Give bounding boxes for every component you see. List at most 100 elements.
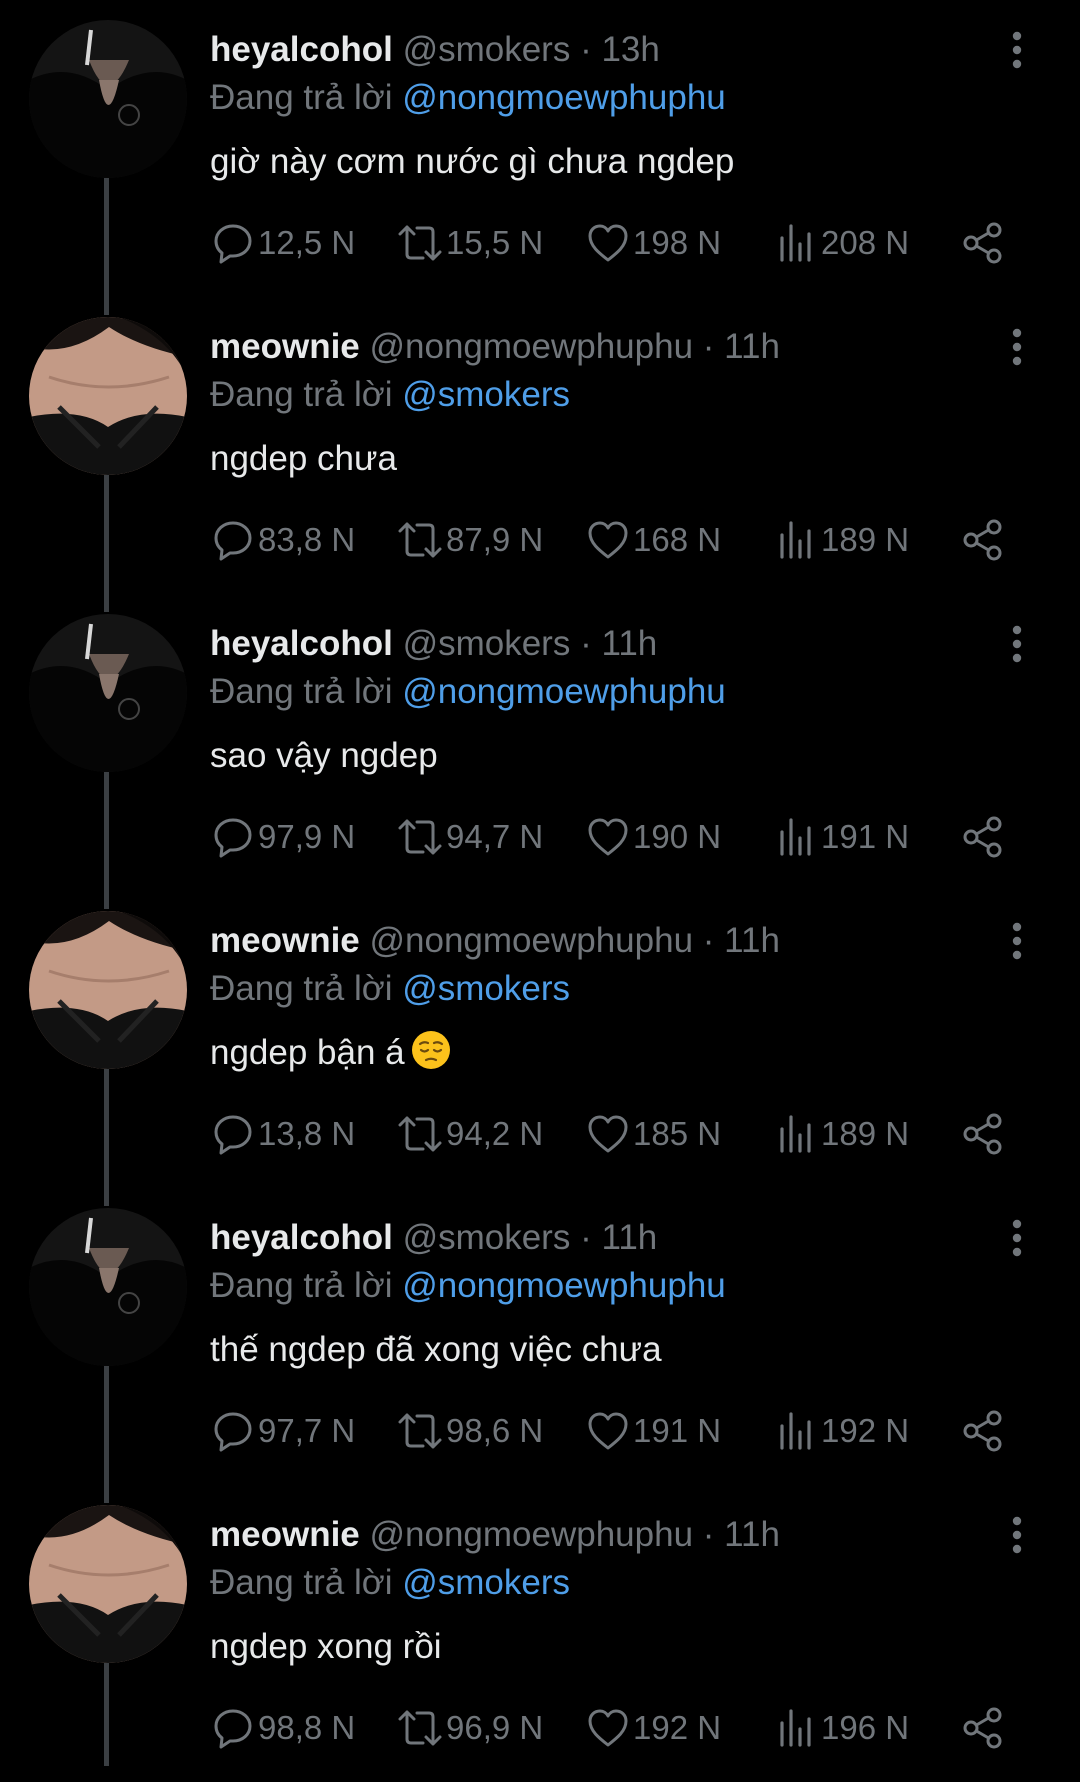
retweet-button[interactable]: 94,2 N [396, 1109, 543, 1159]
user-handle[interactable]: @nongmoewphuphu [370, 921, 694, 960]
avatar-meownie[interactable] [29, 911, 187, 1069]
reply-button[interactable]: 97,7 N [210, 1406, 355, 1456]
timestamp[interactable]: 11h [724, 1515, 780, 1554]
tweet-header: heyalcohol @smokers · 11h [210, 1216, 657, 1260]
tweet-text: giờ này cơm nước gì chưa ngdep [210, 142, 735, 181]
like-button[interactable]: 198 N [585, 218, 721, 268]
retweet-button[interactable]: 96,9 N [396, 1703, 543, 1753]
like-count: 191 N [633, 1412, 722, 1449]
like-count: 185 N [633, 1115, 722, 1152]
like-button[interactable]: 190 N [585, 812, 721, 862]
avatar-meownie[interactable] [29, 1505, 187, 1663]
tweet[interactable]: meownie @nongmoewphuphu · 11h Đang trả l… [0, 297, 1080, 612]
thread-connector-line [104, 178, 109, 315]
retweet-button[interactable]: 98,6 N [396, 1406, 543, 1456]
tweet-actions: 83,8 N 87,9 N 168 N 189 N [210, 515, 1010, 565]
tweet[interactable]: meownie @nongmoewphuphu · 11h Đang trả l… [0, 891, 1080, 1206]
replying-to-line: Đang trả lời @smokers [210, 967, 570, 1011]
timestamp[interactable]: 11h [724, 327, 780, 366]
retweet-button[interactable]: 15,5 N [396, 218, 543, 268]
views-button[interactable]: 196 N [773, 1703, 909, 1753]
user-handle[interactable]: @smokers [403, 30, 571, 69]
reply-button[interactable]: 12,5 N [210, 218, 355, 268]
retweet-button[interactable]: 87,9 N [396, 515, 543, 565]
vertical-ellipsis-icon[interactable] [1002, 1513, 1032, 1557]
user-handle[interactable]: @smokers [403, 1218, 571, 1257]
share-button[interactable] [960, 218, 1006, 268]
timestamp[interactable]: 11h [601, 1218, 657, 1257]
share-button[interactable] [960, 515, 1006, 565]
replying-to-line: Đang trả lời @smokers [210, 1561, 570, 1605]
vertical-ellipsis-icon[interactable] [1002, 28, 1032, 72]
tweet[interactable]: heyalcohol @smokers · 11h Đang trả lời @… [0, 594, 1080, 909]
replying-to-handle-link[interactable]: @nongmoewphuphu [402, 1266, 726, 1305]
like-count: 168 N [633, 521, 722, 558]
share-button[interactable] [960, 1406, 1006, 1456]
reply-button[interactable]: 83,8 N [210, 515, 355, 565]
views-button[interactable]: 208 N [773, 218, 909, 268]
like-button[interactable]: 185 N [585, 1109, 721, 1159]
reply-button[interactable]: 13,8 N [210, 1109, 355, 1159]
share-button[interactable] [960, 812, 1006, 862]
comment-bubble-icon [214, 521, 252, 561]
views-button[interactable]: 192 N [773, 1406, 909, 1456]
avatar-heyalcohol[interactable] [29, 614, 187, 772]
retweet-count: 96,9 N [446, 1709, 544, 1746]
timestamp[interactable]: 11h [601, 624, 657, 663]
vertical-ellipsis-icon[interactable] [1002, 919, 1032, 963]
thread-connector-line [104, 1366, 109, 1503]
separator-dot: · [580, 624, 592, 663]
like-button[interactable]: 191 N [585, 1406, 721, 1456]
replying-to-handle-link[interactable]: @nongmoewphuphu [402, 78, 726, 117]
tweet-actions: 97,9 N 94,7 N 190 N 191 N [210, 812, 1010, 862]
views-bar-chart-icon [780, 521, 811, 559]
tweet-text: sao vậy ngdep [210, 736, 438, 775]
reply-thread: heyalcohol @smokers · 13h Đang trả lời @… [0, 0, 1080, 1766]
reply-button[interactable]: 97,9 N [210, 812, 355, 862]
display-name[interactable]: meownie [210, 921, 360, 960]
share-button[interactable] [960, 1703, 1006, 1753]
views-count: 189 N [821, 521, 910, 558]
share-button[interactable] [960, 1109, 1006, 1159]
user-handle[interactable]: @nongmoewphuphu [370, 327, 694, 366]
display-name[interactable]: meownie [210, 1515, 360, 1554]
avatar-heyalcohol[interactable] [29, 1208, 187, 1366]
timestamp[interactable]: 11h [724, 921, 780, 960]
user-handle[interactable]: @smokers [403, 624, 571, 663]
replying-to-label: Đang trả lời [210, 1266, 393, 1305]
comment-bubble-icon [214, 818, 252, 858]
replying-to-handle-link[interactable]: @smokers [402, 375, 570, 414]
replying-to-handle-link[interactable]: @nongmoewphuphu [402, 672, 726, 711]
replying-to-label: Đang trả lời [210, 1563, 393, 1602]
vertical-ellipsis-icon[interactable] [1002, 1216, 1032, 1260]
tweet[interactable]: heyalcohol @smokers · 11h Đang trả lời @… [0, 1188, 1080, 1503]
user-handle[interactable]: @nongmoewphuphu [370, 1515, 694, 1554]
views-button[interactable]: 191 N [773, 812, 909, 862]
share-icon [963, 1707, 1002, 1749]
retweet-icon [398, 1116, 442, 1152]
separator-dot: · [702, 327, 715, 366]
vertical-ellipsis-icon[interactable] [1002, 622, 1032, 666]
vertical-ellipsis-icon[interactable] [1002, 325, 1032, 369]
views-bar-chart-icon [780, 1412, 811, 1450]
views-button[interactable]: 189 N [773, 1109, 909, 1159]
avatar-meownie[interactable] [29, 317, 187, 475]
timestamp[interactable]: 13h [601, 30, 659, 69]
display-name[interactable]: heyalcohol [210, 30, 393, 69]
display-name[interactable]: heyalcohol [210, 624, 393, 663]
tweet-header: meownie @nongmoewphuphu · 11h [210, 325, 780, 369]
tweet[interactable]: meownie @nongmoewphuphu · 11h Đang trả l… [0, 1485, 1080, 1782]
like-button[interactable]: 168 N [585, 515, 721, 565]
display-name[interactable]: meownie [210, 327, 360, 366]
reply-button[interactable]: 98,8 N [210, 1703, 355, 1753]
views-count: 196 N [821, 1709, 910, 1746]
display-name[interactable]: heyalcohol [210, 1218, 393, 1257]
views-button[interactable]: 189 N [773, 515, 909, 565]
tweet[interactable]: heyalcohol @smokers · 13h Đang trả lời @… [0, 0, 1080, 315]
replying-to-handle-link[interactable]: @smokers [402, 1563, 570, 1602]
replying-to-handle-link[interactable]: @smokers [402, 969, 570, 1008]
avatar-heyalcohol[interactable] [29, 20, 187, 178]
retweet-button[interactable]: 94,7 N [396, 812, 543, 862]
replying-to-line: Đang trả lời @nongmoewphuphu [210, 1264, 726, 1308]
like-button[interactable]: 192 N [585, 1703, 721, 1753]
